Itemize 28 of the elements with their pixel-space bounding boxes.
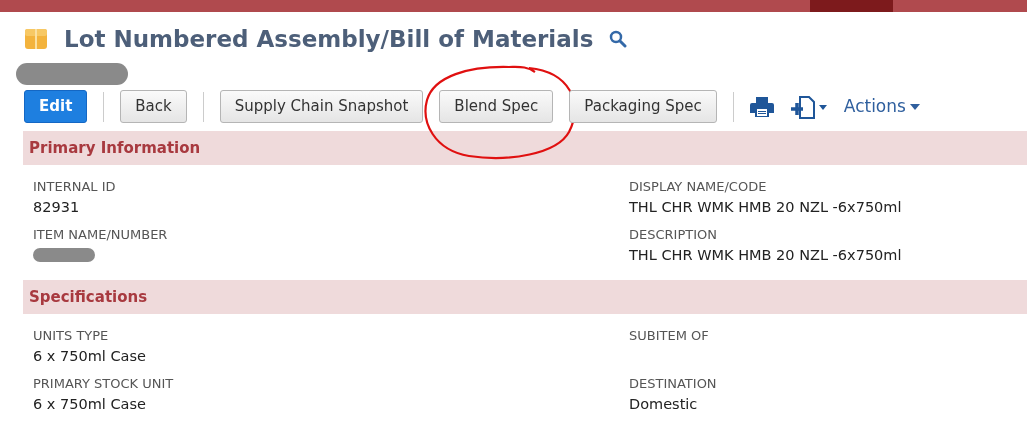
field-value: Domestic — [629, 395, 698, 412]
field-label: INTERNAL ID — [33, 178, 117, 196]
field-label: DISPLAY NAME/CODE — [629, 178, 768, 196]
field-value: THL CHR WMK HMB 20 NZL -6x750ml — [629, 246, 902, 263]
new-document-icon[interactable] — [789, 94, 828, 119]
toolbar-button[interactable]: Edit — [24, 90, 88, 123]
toolbar-button[interactable]: Blend Spec — [439, 90, 554, 123]
field-label: PRIMARY STOCK UNIT — [33, 375, 175, 394]
page-title: Lot Numbered Assembly/Bill of Materials — [64, 25, 594, 54]
search-icon[interactable] — [609, 30, 628, 49]
field-label: DESTINATION — [629, 375, 718, 394]
caret-icon — [909, 103, 920, 110]
field-value: 6 x 750ml Case — [33, 347, 146, 364]
print-icon[interactable] — [749, 95, 774, 118]
field-value: 82931 — [33, 198, 80, 215]
field-value: THL CHR WMK HMB 20 NZL -6x750ml — [629, 198, 902, 215]
actions-menu[interactable]: Actions — [843, 93, 920, 120]
toolbar-button[interactable]: Back — [120, 90, 187, 123]
section-header[interactable]: Specifications — [23, 279, 1027, 314]
toolbar-button[interactable]: Supply Chain Snapshot — [219, 90, 424, 123]
field-label: ITEM NAME/NUMBER — [33, 226, 169, 245]
field-label: UNITS TYPE — [33, 327, 110, 345]
field-label: DESCRIPTION — [629, 226, 718, 245]
box-icon — [24, 27, 48, 52]
section-header[interactable]: Primary Information — [23, 130, 1027, 165]
field-label: SUBITEM OF — [629, 327, 710, 345]
toolbar-button[interactable]: Packaging Spec — [569, 90, 717, 123]
field-value: 6 x 750ml Case — [33, 395, 146, 412]
